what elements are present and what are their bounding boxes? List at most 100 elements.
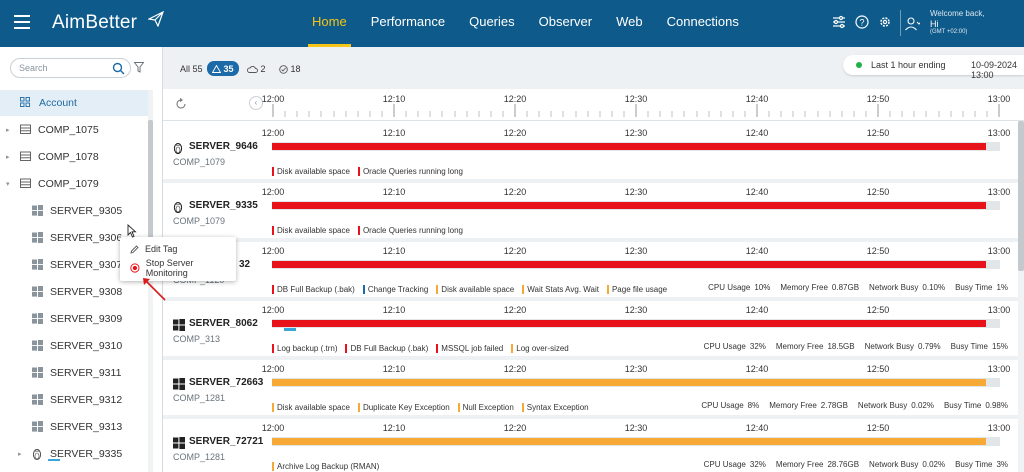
- metric-value: 18.5GB: [827, 342, 855, 351]
- alert-text: Change Tracking: [367, 284, 429, 294]
- alert-tag[interactable]: Syntax Exception: [521, 401, 589, 413]
- alert-tag[interactable]: DB Full Backup (.bak): [272, 283, 355, 295]
- alert-tag[interactable]: Log over-sized: [511, 342, 569, 354]
- server-name[interactable]: SERVER_72663: [189, 377, 263, 388]
- status-timeline-bar[interactable]: [272, 201, 1000, 210]
- alert-tag[interactable]: Oracle Queries running long: [357, 224, 463, 236]
- alert-tag[interactable]: Change Tracking: [362, 283, 429, 295]
- status-timeline-bar[interactable]: [272, 437, 1000, 446]
- status-timeline-bar[interactable]: [272, 142, 1000, 151]
- alert-tag[interactable]: Oracle Queries running long: [357, 165, 463, 177]
- server-name[interactable]: SERVER_72721: [189, 436, 263, 447]
- metric-label: Busy Time: [955, 283, 993, 292]
- filter-all[interactable]: All 55: [180, 62, 203, 76]
- main-scrollbar[interactable]: [1018, 121, 1024, 472]
- user-menu[interactable]: Welcome back, Hi (GMT +02:00): [900, 8, 1024, 40]
- alert-text: Archive Log Backup (RMAN): [277, 461, 380, 471]
- server-card[interactable]: 32COMP_112012:0012:1012:2012:3012:4012:5…: [163, 243, 1024, 301]
- status-timeline-bar[interactable]: [272, 260, 1000, 269]
- card-tick-label: 12:00: [261, 364, 285, 374]
- chevron-icon[interactable]: ▾: [6, 180, 10, 188]
- windows-icon: [173, 437, 185, 452]
- alert-tag[interactable]: Disk available space: [272, 401, 350, 413]
- sidebar-item-label: COMP_1078: [38, 150, 99, 163]
- alert-tag[interactable]: DB Full Backup (.bak): [345, 342, 428, 354]
- alert-text: Disk available space: [277, 166, 350, 176]
- server-card[interactable]: SERVER_9646 COMP_1079 12:00 12:10 12:20 12:30…: [163, 125, 1024, 183]
- hamburger-menu-icon[interactable]: [14, 15, 30, 29]
- chevron-icon[interactable]: ▸: [6, 126, 10, 134]
- alert-color-marker: [457, 402, 460, 412]
- alert-tag[interactable]: MSSQL job failed: [436, 342, 503, 354]
- alert-tag[interactable]: Null Exception: [457, 401, 514, 413]
- alert-tag[interactable]: Log backup (.trn): [272, 342, 337, 354]
- sidebar-item-server_9310[interactable]: SERVER_9310: [0, 332, 150, 359]
- alert-text: DB Full Backup (.bak): [350, 343, 429, 353]
- server-card[interactable]: SERVER_72721 COMP_1281 12:00 12:10 12:20 12:3…: [163, 420, 1024, 472]
- alert-tag[interactable]: Page file usage: [606, 283, 667, 295]
- alert-tag[interactable]: Wait Stats Avg. Wait: [522, 283, 599, 295]
- nav-web[interactable]: Web: [604, 0, 655, 47]
- server-name[interactable]: SERVER_8062: [189, 318, 258, 329]
- sidebar-item-comp_1075[interactable]: ▸ COMP_1075: [0, 116, 150, 143]
- sidebar-item-server_9313[interactable]: SERVER_9313: [0, 413, 150, 440]
- filter-ok[interactable]: 18: [279, 62, 301, 76]
- alert-tag[interactable]: Archive Log Backup (RMAN): [272, 460, 379, 472]
- chevron-icon[interactable]: ▸: [18, 450, 22, 458]
- server-name[interactable]: SERVER_9335: [189, 200, 258, 211]
- nav-home[interactable]: Home: [300, 0, 359, 47]
- settings-sliders-icon[interactable]: [832, 15, 846, 29]
- metric: CPU Usage 32%: [704, 342, 766, 351]
- edit-tag-menu-item[interactable]: Edit Tag: [130, 240, 177, 258]
- server-card[interactable]: SERVER_9335 COMP_1079 12:00 12:10 12:20 12:30…: [163, 184, 1024, 242]
- timeline-tick-label: 12:50: [866, 94, 890, 104]
- alert-color-marker: [522, 284, 525, 294]
- search-input[interactable]: Search: [10, 58, 131, 78]
- sidebar-item-label: COMP_1075: [38, 123, 99, 136]
- alert-tag[interactable]: Disk available space: [272, 165, 350, 177]
- server-name[interactable]: 32: [239, 259, 250, 270]
- sidebar-item-comp_1079[interactable]: ▾ COMP_1079: [0, 170, 150, 197]
- sidebar-item-server_9305[interactable]: SERVER_9305: [0, 197, 150, 224]
- gear-icon[interactable]: [878, 15, 892, 29]
- sidebar-item-server_9309[interactable]: SERVER_9309: [0, 305, 150, 332]
- alert-tag[interactable]: Disk available space: [436, 283, 514, 295]
- help-icon[interactable]: ?: [855, 15, 869, 29]
- server-card[interactable]: SERVER_8062 COMP_313 12:00 12:10 12:20 12:30 1…: [163, 302, 1024, 360]
- filter-cloud[interactable]: 2: [247, 62, 266, 76]
- nav-observer[interactable]: Observer: [527, 0, 604, 47]
- chevron-icon[interactable]: ▸: [6, 153, 10, 161]
- range-label: Last 1 hour ending: [871, 60, 946, 70]
- metric: Memory Free 18.5GB: [776, 342, 855, 351]
- server-company: COMP_1281: [173, 452, 226, 462]
- metric-label: Memory Free: [769, 401, 817, 410]
- sidebar-item-server_9312[interactable]: SERVER_9312: [0, 386, 150, 413]
- nav-connections[interactable]: Connections: [655, 0, 751, 47]
- logo[interactable]: AimBetter: [52, 11, 164, 34]
- metric-value: 32%: [749, 342, 766, 351]
- sidebar-item-comp_1078[interactable]: ▸ COMP_1078: [0, 143, 150, 170]
- time-range-selector[interactable]: Last 1 hour ending 10-09-2024 13:00: [843, 55, 1024, 80]
- filter-alerts[interactable]: 35: [207, 61, 239, 76]
- status-timeline-bar[interactable]: [272, 378, 1000, 387]
- nav-queries[interactable]: Queries: [457, 0, 527, 47]
- nav-performance[interactable]: Performance: [359, 0, 457, 47]
- server-name[interactable]: SERVER_9646: [189, 141, 258, 152]
- card-tick-label: 12:10: [382, 187, 406, 197]
- server-card[interactable]: SERVER_72663 COMP_1281 12:00 12:10 12:20 12:3…: [163, 361, 1024, 419]
- card-tick-label: 12:40: [745, 364, 769, 374]
- refresh-icon[interactable]: [175, 98, 187, 110]
- linux-icon: [173, 142, 183, 157]
- sidebar-item-server_9335[interactable]: ▸ SERVER_9335: [0, 440, 150, 467]
- alert-tag[interactable]: Duplicate Key Exception: [357, 401, 450, 413]
- sidebar-item-account[interactable]: Account: [0, 90, 150, 116]
- alert-tag[interactable]: Disk available space: [272, 224, 350, 236]
- status-timeline-bar[interactable]: [272, 319, 1000, 331]
- sidebar-item-server_9646[interactable]: SERVER_9646: [0, 467, 150, 472]
- card-timeline-axis: 12:00 12:10 12:20 12:30 12:40 12:50 13:00: [262, 423, 1011, 433]
- sidebar-item-server_9311[interactable]: SERVER_9311: [0, 359, 150, 386]
- metric-value: 2.78GB: [820, 401, 848, 410]
- search-icon[interactable]: [112, 62, 125, 75]
- filter-icon[interactable]: [134, 62, 144, 73]
- sidebar-item-server_9308[interactable]: SERVER_9308: [0, 278, 150, 305]
